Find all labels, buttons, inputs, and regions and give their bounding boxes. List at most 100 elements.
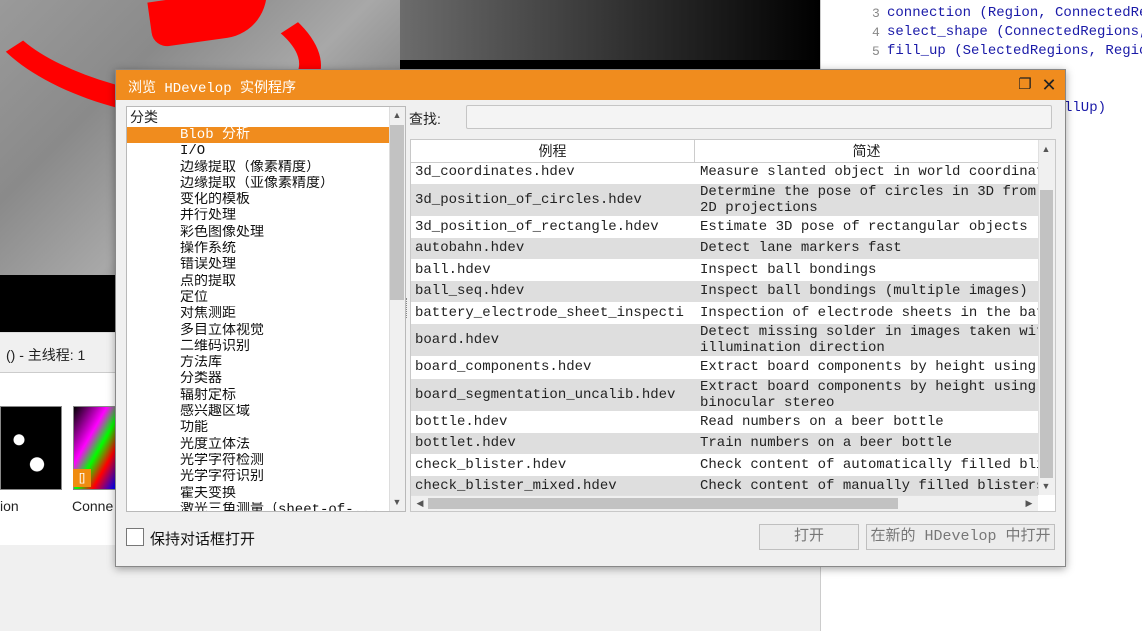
- category-header: 分类: [130, 109, 158, 125]
- close-icon[interactable]: ✕: [1039, 75, 1059, 95]
- scroll-up-icon[interactable]: ▲: [1038, 144, 1054, 154]
- table-header: 例程 简述: [411, 140, 1038, 163]
- line-number: 5: [872, 44, 880, 59]
- example-description: Detect lane markers fast: [700, 240, 902, 256]
- scroll-right-icon[interactable]: ▶: [1021, 498, 1037, 509]
- table-vertical-scrollbar-thumb[interactable]: [1040, 190, 1053, 478]
- example-name: check_blister_mixed.hdev: [415, 478, 617, 494]
- variable-thumbnail[interactable]: [0, 406, 62, 490]
- table-row[interactable]: ball_seq.hdev Inspect ball bondings (mult…: [411, 281, 1038, 303]
- example-description: Check content of automatically filled bl…: [700, 456, 1040, 473]
- category-list[interactable]: 分类 Blob 分析 I/O 边缘提取（像素精度） 边缘提取（亚像素精度） 变化…: [126, 106, 406, 512]
- keep-open-checkbox[interactable]: [126, 528, 144, 546]
- category-item[interactable]: 点的提取: [127, 274, 389, 290]
- search-label: 查找:: [409, 111, 441, 127]
- category-item[interactable]: 功能: [127, 420, 389, 436]
- example-name: battery_electrode_sheet_inspecti: [415, 304, 684, 321]
- example-description: Estimate 3D pose of rectangular objects: [700, 218, 1028, 235]
- browse-examples-dialog: 浏览 HDevelop 实例程序 ❐ ✕ 分类 Blob 分析 I/O 边缘提取…: [115, 69, 1066, 567]
- example-description: Measure slanted object in world coordina…: [700, 164, 1040, 180]
- example-description: Detect missing solder in images taken wi…: [700, 324, 1040, 340]
- table-row[interactable]: autobahn.hdev Detect lane markers fast: [411, 238, 1038, 260]
- category-item[interactable]: 定位: [127, 290, 389, 306]
- column-header-description[interactable]: 简述: [695, 140, 1038, 162]
- table-row[interactable]: ball.hdev Inspect ball bondings: [411, 260, 1038, 281]
- table-row[interactable]: 3d_position_of_rectangle.hdev Estimate 3D…: [411, 217, 1038, 238]
- example-description: Inspect ball bondings: [700, 261, 877, 278]
- example-description-continued: binocular stereo: [700, 394, 835, 411]
- example-description: Inspect ball bondings (multiple images): [700, 283, 1028, 299]
- category-item[interactable]: 光学字符检测: [127, 453, 389, 469]
- keep-open-label[interactable]: 保持对话框打开: [150, 528, 255, 549]
- line-number: 4: [872, 25, 880, 40]
- table-row[interactable]: board_segmentation_uncalib.hdev Extract b…: [411, 378, 1040, 412]
- category-item[interactable]: 霍夫变换: [127, 486, 389, 502]
- search-input[interactable]: [466, 105, 1052, 129]
- table-row[interactable]: board_components.hdev Extract board compo…: [411, 357, 1040, 379]
- thumbnail-label: Conne: [72, 498, 114, 514]
- category-item-blob[interactable]: Blob 分析: [127, 127, 389, 144]
- category-item[interactable]: 彩色图像处理: [127, 225, 389, 241]
- example-name: 3d_coordinates.hdev: [415, 164, 575, 180]
- category-item[interactable]: 并行处理: [127, 208, 389, 224]
- category-item[interactable]: 感兴趣区域: [127, 404, 389, 420]
- aerial-image-shadow: [400, 0, 820, 60]
- category-item[interactable]: 多目立体视觉: [127, 323, 389, 339]
- table-row[interactable]: bottle.hdev Read numbers on a beer bottle: [411, 412, 1038, 433]
- example-description: Extract board components by height using…: [700, 378, 1040, 395]
- category-item[interactable]: 边缘提取（像素精度）: [127, 160, 389, 176]
- line-number: 3: [872, 6, 880, 21]
- table-row[interactable]: 3d_position_of_circles.hdev Determine the…: [411, 183, 1040, 217]
- table-row[interactable]: check_blister.hdev Check content of autom…: [411, 455, 1040, 476]
- table-row[interactable]: board.hdev Detect missing solder in image…: [411, 324, 1040, 357]
- scroll-up-icon[interactable]: ▲: [389, 110, 405, 120]
- restore-icon[interactable]: ❐: [1016, 76, 1034, 94]
- category-scrollbar-thumb[interactable]: [390, 125, 404, 300]
- code-line[interactable]: connection (Region, ConnectedRe: [887, 5, 1142, 21]
- example-description: Read numbers on a beer bottle: [700, 413, 944, 430]
- category-item[interactable]: 对焦测距: [127, 306, 389, 322]
- table-row[interactable]: battery_electrode_sheet_inspecti Inspecti…: [411, 303, 1040, 324]
- thumbnail-label: ion: [0, 498, 19, 514]
- dialog-titlebar[interactable]: 浏览 HDevelop 实例程序 ❐ ✕: [116, 70, 1065, 100]
- scroll-down-icon[interactable]: ▼: [1038, 481, 1054, 491]
- code-fragment: llUp): [1064, 100, 1107, 116]
- table-horizontal-scrollbar-thumb[interactable]: [428, 498, 898, 509]
- category-item[interactable]: I/O: [127, 143, 389, 159]
- open-in-new-hdevelop-button[interactable]: 在新的 HDevelop 中打开: [866, 524, 1055, 550]
- example-name: autobahn.hdev: [415, 240, 525, 256]
- category-item[interactable]: 二维码识别: [127, 339, 389, 355]
- example-name: board_components.hdev: [415, 359, 592, 375]
- example-description-continued: 2D projections: [700, 199, 818, 216]
- category-item[interactable]: 辐射定标: [127, 388, 389, 404]
- region-badge-icon: []: [73, 469, 91, 487]
- example-description-continued: illumination direction: [700, 340, 885, 356]
- category-item[interactable]: 操作系统: [127, 241, 389, 257]
- example-name: bottle.hdev: [415, 413, 508, 430]
- category-item[interactable]: 方法库: [127, 355, 389, 371]
- category-item[interactable]: 激光三角测量（sheet-of-...: [127, 502, 389, 511]
- open-button[interactable]: 打开: [759, 524, 859, 550]
- table-row[interactable]: 3d_coordinates.hdev Measure slanted objec…: [411, 162, 1040, 184]
- example-description: Extract board components by height using…: [700, 359, 1040, 375]
- scroll-down-icon[interactable]: ▼: [389, 497, 405, 507]
- table-row[interactable]: bottlet.hdev Train numbers on a beer bott…: [411, 433, 1038, 455]
- dialog-title: 浏览 HDevelop 实例程序: [128, 81, 297, 97]
- table-body: 3d_coordinates.hdev Measure slanted objec…: [411, 162, 1040, 498]
- category-item[interactable]: 光学字符识别: [127, 469, 389, 485]
- category-item[interactable]: 变化的模板: [127, 192, 389, 208]
- examples-table[interactable]: 例程 简述 3d_coordinates.hdev Measure slanted…: [410, 139, 1056, 512]
- column-header-name[interactable]: 例程: [411, 140, 695, 162]
- scroll-left-icon[interactable]: ◀: [412, 498, 428, 509]
- category-item[interactable]: 分类器: [127, 371, 389, 387]
- example-name: board_segmentation_uncalib.hdev: [415, 386, 676, 403]
- category-item[interactable]: 光度立体法: [127, 437, 389, 453]
- example-name: ball_seq.hdev: [415, 283, 525, 299]
- code-line[interactable]: select_shape (ConnectedRegions,: [887, 24, 1142, 40]
- category-item[interactable]: 边缘提取（亚像素精度）: [127, 176, 389, 192]
- code-line[interactable]: fill_up (SelectedRegions, Regio: [887, 43, 1142, 59]
- example-description: Determine the pose of circles in 3D from…: [700, 183, 1040, 200]
- example-name: 3d_position_of_circles.hdev: [415, 191, 642, 208]
- example-description: Train numbers on a beer bottle: [700, 435, 953, 451]
- category-item[interactable]: 错误处理: [127, 257, 389, 273]
